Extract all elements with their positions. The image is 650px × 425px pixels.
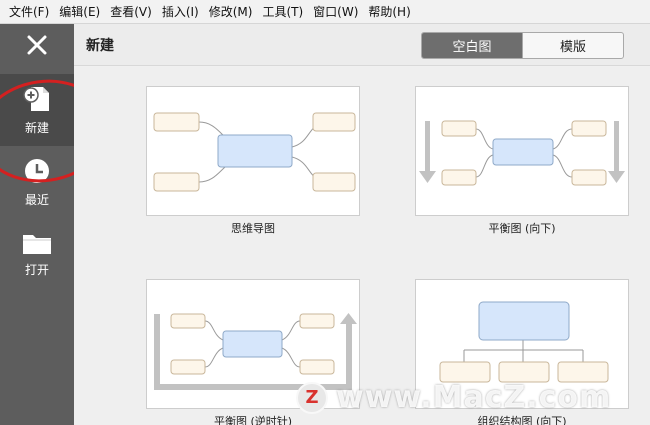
template-card-mindmap[interactable] [146, 86, 360, 216]
view-toggle: 空白图 模版 [421, 32, 624, 59]
menu-view[interactable]: 查看(V) [105, 0, 157, 24]
org-chart-thumbnail [439, 301, 609, 383]
new-file-icon [23, 86, 49, 111]
sidebar-item-recent[interactable]: 最近 [0, 146, 74, 218]
header: 新建 空白图 模版 [74, 24, 650, 66]
template-card-balance-ccw[interactable] [146, 279, 360, 409]
menu-bar: 文件(F) 编辑(E) 查看(V) 插入(I) 修改(M) 工具(T) 窗口(W… [0, 0, 650, 24]
template-caption: 组织结构图 (向下) [477, 415, 567, 425]
toggle-template-button[interactable]: 模版 [522, 33, 623, 58]
clock-icon [25, 158, 49, 183]
template-gallery: 思维导图 平衡图 (向下) 平衡图 (逆时针) 组织结构图 (向下) [74, 67, 650, 425]
balance-ccw-thumbnail [154, 313, 357, 390]
template-card-balance-down[interactable] [415, 86, 629, 216]
menu-window[interactable]: 窗口(W) [308, 0, 363, 24]
template-caption: 平衡图 (向下) [488, 222, 556, 235]
sidebar-item-new[interactable]: 新建 [0, 74, 74, 146]
sidebar-item-open[interactable]: 打开 [0, 218, 74, 290]
menu-help[interactable]: 帮助(H) [363, 0, 415, 24]
menu-insert[interactable]: 插入(I) [157, 0, 204, 24]
template-card-org-chart[interactable] [415, 279, 629, 409]
close-button[interactable] [0, 24, 74, 66]
sidebar-item-label: 打开 [24, 262, 49, 277]
menu-edit[interactable]: 编辑(E) [54, 0, 105, 24]
sidebar-item-label: 最近 [24, 192, 49, 207]
close-icon [27, 35, 47, 55]
page-title: 新建 [86, 38, 114, 54]
template-caption: 平衡图 (逆时针) [213, 415, 293, 425]
folder-icon [23, 234, 51, 254]
balance-down-thumbnail [419, 120, 625, 186]
sidebar: 新建 最近 打开 [0, 24, 74, 425]
menu-modify[interactable]: 修改(M) [204, 0, 258, 24]
sidebar-item-label: 新建 [24, 120, 49, 135]
toggle-blank-button[interactable]: 空白图 [422, 33, 522, 58]
menu-file[interactable]: 文件(F) [4, 0, 54, 24]
template-caption: 思维导图 [231, 222, 275, 235]
mindmap-thumbnail [153, 112, 356, 192]
menu-tools[interactable]: 工具(T) [257, 0, 308, 24]
